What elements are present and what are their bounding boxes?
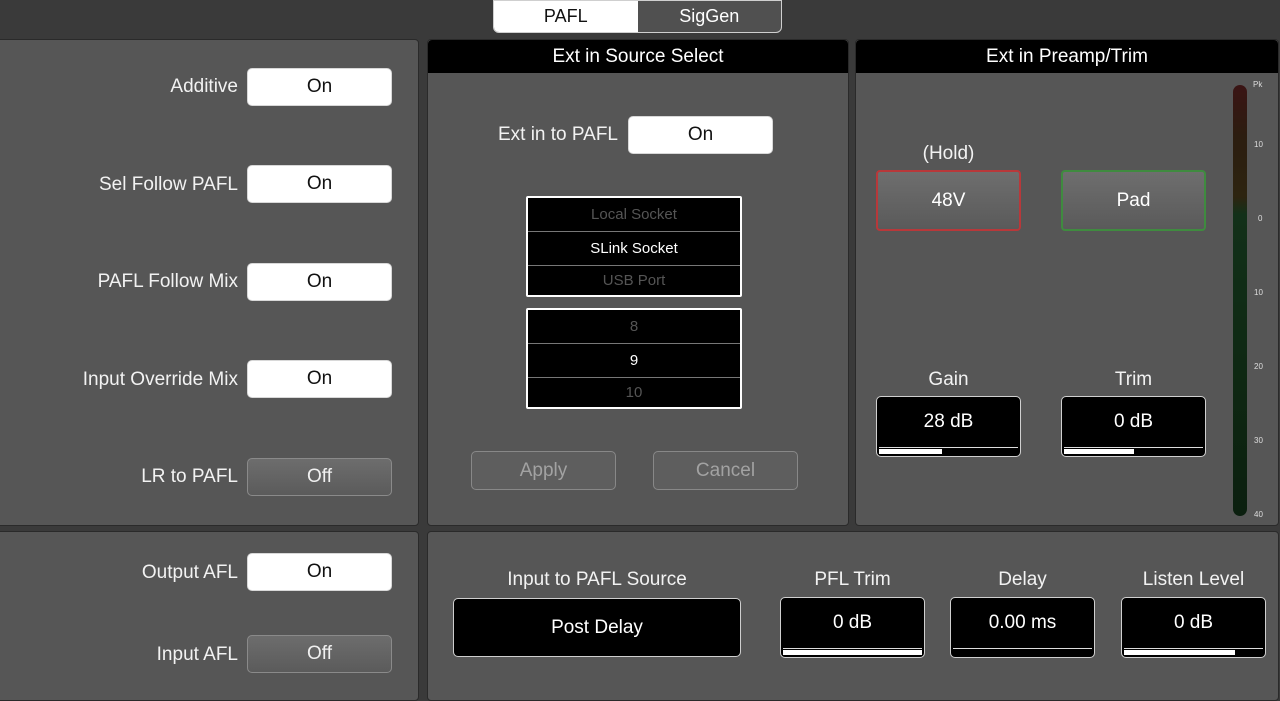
gain-bar-fill <box>879 449 942 454</box>
lr-to-pafl-toggle[interactable]: Off <box>247 458 392 496</box>
trim-bar-fill <box>1064 449 1134 454</box>
preamp-title: Ext in Preamp/Trim <box>856 40 1278 73</box>
source-select-title: Ext in Source Select <box>428 40 848 73</box>
meter-tick-0: 0 <box>1258 214 1263 223</box>
pafl-follow-mix-toggle[interactable]: On <box>247 263 392 301</box>
meter-tick-30: 30 <box>1254 436 1263 445</box>
additive-toggle[interactable]: On <box>247 68 392 106</box>
pfl-trim-label: PFL Trim <box>814 569 891 590</box>
delay-value: 0.00 ms <box>988 611 1057 633</box>
channel-option-9[interactable]: 9 <box>528 343 740 378</box>
cancel-button[interactable]: Cancel <box>653 451 798 490</box>
input-level-meter <box>1233 85 1247 516</box>
sel-follow-pafl-label: Sel Follow PAFL <box>98 174 238 195</box>
output-afl-toggle[interactable]: On <box>247 553 392 591</box>
trim-label: Trim <box>1114 369 1153 390</box>
meter-tick-10a: 10 <box>1254 140 1263 149</box>
input-afl-label: Input AFL <box>156 644 238 665</box>
meter-tick-20: 20 <box>1254 362 1263 371</box>
input-override-mix-label: Input Override Mix <box>82 369 238 390</box>
socket-option-slink[interactable]: SLink Socket <box>528 231 740 266</box>
channel-option-8[interactable]: 8 <box>528 310 740 343</box>
pfl-trim-bar-fill <box>783 650 922 655</box>
trim-bar <box>1064 447 1203 454</box>
channel-option-10[interactable]: 10 <box>528 376 740 409</box>
socket-picker[interactable]: Local Socket SLink Socket USB Port <box>526 196 742 297</box>
pfl-trim-control[interactable]: 0 dB <box>780 597 925 658</box>
phantom-48v-button[interactable]: 48V <box>876 170 1021 231</box>
lr-to-pafl-label: LR to PAFL <box>141 466 238 487</box>
input-afl-toggle[interactable]: Off <box>247 635 392 673</box>
pafl-follow-mix-label: PAFL Follow Mix <box>97 271 238 292</box>
listen-level-value: 0 dB <box>1173 611 1214 633</box>
gain-label: Gain <box>928 369 969 390</box>
meter-tick-40: 40 <box>1254 510 1263 519</box>
pfl-trim-value: 0 dB <box>832 611 873 633</box>
gain-bar <box>879 447 1018 454</box>
delay-control[interactable]: 0.00 ms <box>950 597 1095 658</box>
pfl-trim-bar <box>783 648 922 655</box>
additive-label: Additive <box>170 76 238 97</box>
listen-level-bar-fill <box>1124 650 1236 655</box>
listen-level-label: Listen Level <box>1142 569 1245 590</box>
channel-picker[interactable]: 8 9 10 <box>526 308 742 409</box>
socket-option-local[interactable]: Local Socket <box>528 198 740 231</box>
ext-in-to-pafl-toggle[interactable]: On <box>628 116 773 154</box>
tab-siggen[interactable]: SigGen <box>638 1 782 32</box>
socket-option-usb[interactable]: USB Port <box>528 264 740 297</box>
gain-value: 28 dB <box>923 410 974 432</box>
output-afl-label: Output AFL <box>141 562 238 583</box>
meter-tick-pk: Pk <box>1253 80 1263 89</box>
pad-button[interactable]: Pad <box>1061 170 1206 231</box>
input-override-mix-toggle[interactable]: On <box>247 360 392 398</box>
meter-tick-10b: 10 <box>1254 288 1263 297</box>
tab-pafl[interactable]: PAFL <box>494 1 638 32</box>
trim-control[interactable]: 0 dB <box>1061 396 1206 457</box>
tab-bar: PAFL SigGen <box>493 0 782 33</box>
ext-in-to-pafl-label: Ext in to PAFL <box>497 124 618 145</box>
delay-label: Delay <box>998 569 1047 590</box>
listen-level-control[interactable]: 0 dB <box>1121 597 1266 658</box>
trim-value: 0 dB <box>1113 410 1154 432</box>
input-to-pafl-source-label: Input to PAFL Source <box>507 569 687 590</box>
listen-level-bar <box>1124 648 1263 655</box>
hold-label: (Hold) <box>922 143 975 164</box>
pafl-source-selector[interactable]: Post Delay <box>453 598 741 657</box>
gain-control[interactable]: 28 dB <box>876 396 1021 457</box>
delay-bar <box>953 648 1092 655</box>
sel-follow-pafl-toggle[interactable]: On <box>247 165 392 203</box>
apply-button[interactable]: Apply <box>471 451 616 490</box>
